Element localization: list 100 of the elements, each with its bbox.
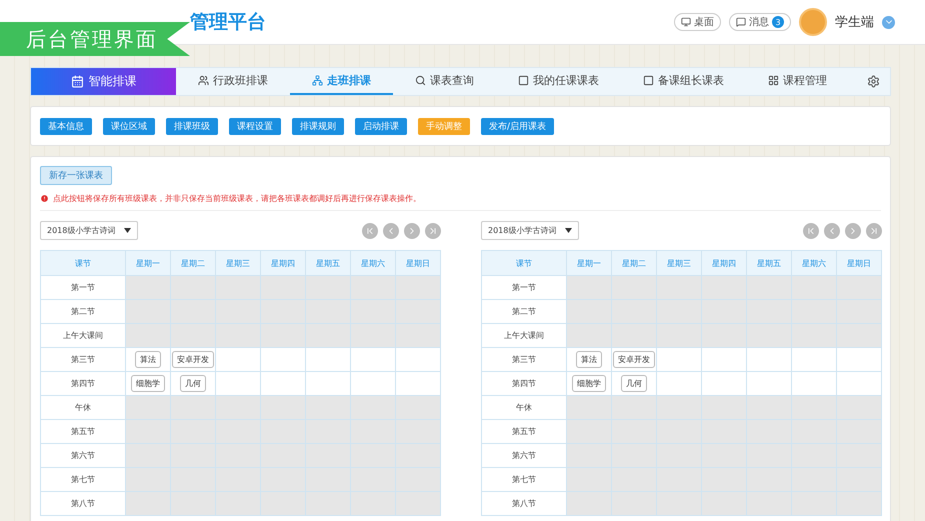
column-header: 星期一 [126,250,170,276]
slot-cell [702,396,746,420]
period-cell: 午休 [482,396,566,420]
slot-cell [396,372,440,396]
slot-cell [350,324,396,348]
slot-cell [396,492,440,516]
course-chip[interactable]: 细胞学 [572,375,606,392]
slot-cell [170,492,216,516]
slot-cell [260,348,306,372]
slot-cell [306,372,350,396]
course-chip[interactable]: 几何 [621,375,647,392]
save-button[interactable]: 新存一张课表 [40,166,112,185]
nav-tab[interactable]: 我的任课课表 [496,68,621,95]
slot-cell [396,396,440,420]
slot-cell [216,276,260,300]
previous-page-button[interactable] [824,222,840,238]
next-page-button[interactable] [404,222,420,238]
slot-cell [792,276,836,300]
slot-cell [306,348,350,372]
column-header: 星期四 [702,250,746,276]
nav-tab[interactable]: 课程管理 [746,68,849,95]
nav-tab[interactable]: 行政班排课 [176,68,290,95]
period-cell: 上午大课间 [482,324,566,348]
column-header: 星期一 [566,250,612,276]
column-header: 星期三 [216,250,260,276]
column-header: 星期二 [612,250,656,276]
slot-cell [746,492,792,516]
slot-cell [836,492,882,516]
slot-cell [656,396,702,420]
messages-button[interactable]: 消息 3 [729,13,791,31]
slot-cell [216,396,260,420]
slot-cell [306,324,350,348]
slot-cell [746,276,792,300]
period-cell: 第三节 [40,348,126,372]
slot-cell [350,348,396,372]
column-header: 星期五 [306,250,350,276]
column-header: 星期日 [836,250,882,276]
course-chip[interactable]: 安卓开发 [613,351,655,368]
avatar[interactable] [799,8,827,36]
column-header: 课节 [40,250,126,276]
period-cell: 第八节 [40,492,126,516]
course-chip[interactable]: 细胞学 [131,375,165,392]
slot-cell [656,492,702,516]
column-header: 星期日 [396,250,440,276]
slot-cell [702,492,746,516]
period-cell: 第二节 [482,300,566,324]
column-header: 星期三 [656,250,702,276]
slot-cell [350,396,396,420]
course-chip[interactable]: 安卓开发 [172,351,214,368]
period-cell: 第八节 [482,492,566,516]
period-cell: 第四节 [482,372,566,396]
column-header: 星期六 [792,250,836,276]
slot-cell [612,276,656,300]
slot-cell [306,276,350,300]
slot-cell [836,420,882,444]
slot-cell [306,396,350,420]
previous-page-button[interactable] [383,222,399,238]
first-page-button[interactable] [362,222,378,238]
slot-cell [396,300,440,324]
desktop-button[interactable]: 桌面 [674,13,721,31]
slot-cell [836,348,882,372]
warning-text: 点此按钮将保存所有班级课表，并非只保存当前班级课表，请把各班课表都调好后再进行保存课表操作。 [53,193,421,204]
class-select[interactable]: 2018级小学古诗词 [40,221,138,240]
course-chip[interactable]: 算法 [135,351,161,368]
last-page-icon [428,226,438,236]
last-page-button[interactable] [425,222,441,238]
slot-cell [350,492,396,516]
last-page-button[interactable] [866,222,882,238]
slot-cell [836,396,882,420]
period-cell: 第一节 [482,276,566,300]
user-menu-button[interactable] [882,16,895,28]
nav-tab[interactable]: 备课组长课表 [621,68,746,95]
tab-icon [518,75,529,86]
first-page-button[interactable] [803,222,819,238]
slot-cell [216,324,260,348]
column-header: 星期六 [350,250,396,276]
slot-cell [306,492,350,516]
slot-cell [792,372,836,396]
column-header: 星期四 [260,250,306,276]
slot-cell [396,348,440,372]
course-chip[interactable]: 算法 [576,351,602,368]
slot-cell [656,324,702,348]
slot-cell [792,492,836,516]
class-select[interactable]: 2018级小学古诗词 [481,221,579,240]
first-page-icon [365,226,375,236]
nav-tab[interactable]: 课表查询 [393,68,496,95]
slot-cell [702,276,746,300]
column-header: 课节 [482,250,566,276]
slot-cell [702,348,746,372]
next-page-button[interactable] [845,222,861,238]
user-role: 学生端 [835,14,874,31]
slot-cell [350,372,396,396]
slot-cell [792,396,836,420]
settings-icon[interactable] [867,75,880,88]
slot-cell [702,324,746,348]
course-chip[interactable]: 几何 [180,375,206,392]
warning-icon [40,194,49,203]
slot-cell [792,348,836,372]
brand-tab[interactable]: 智能排课 [31,68,176,95]
period-cell: 第六节 [40,444,126,468]
